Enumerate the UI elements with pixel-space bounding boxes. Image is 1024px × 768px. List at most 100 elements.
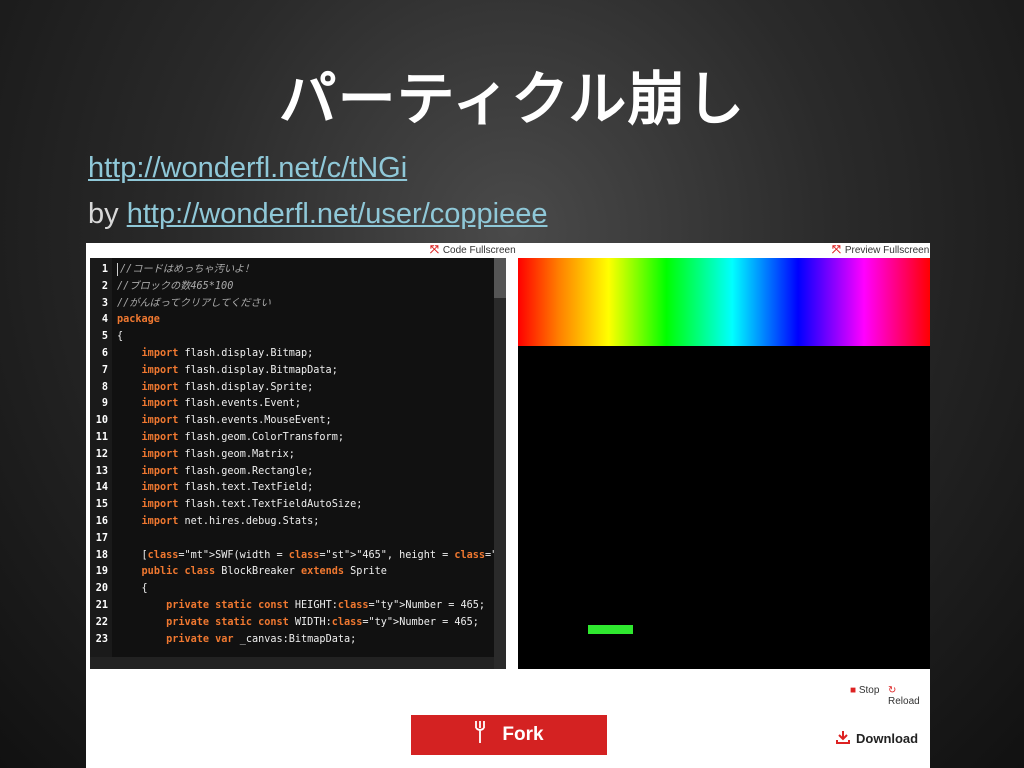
- line-number: 20: [95, 583, 108, 595]
- horizontal-scrollbar[interactable]: [90, 657, 494, 669]
- line-number: 18: [95, 549, 108, 561]
- line-number: 11: [95, 432, 108, 443]
- scrollbar-thumb[interactable]: [494, 258, 506, 298]
- code-text: import flash.display.BitmapData;: [141, 364, 338, 376]
- preview-fullscreen-button[interactable]: ⤧ Preview Fullscreen: [832, 244, 929, 257]
- line-number: 2: [101, 280, 108, 292]
- code-link[interactable]: http://wonderfl.net/c/tNGi: [88, 152, 407, 184]
- code-editor[interactable]: 1 //コードはめっちゃ汚いよ！ 2 //ブロックの数465*100 3 //がんばってク…: [90, 258, 506, 669]
- download-icon: [836, 730, 850, 747]
- code-line: 17: [90, 530, 117, 547]
- line-number: 4: [101, 314, 108, 326]
- code-text: //コードはめっちゃ汚いよ！: [117, 262, 254, 276]
- line-number: 6: [101, 348, 108, 359]
- code-line: 5{: [90, 328, 123, 345]
- line-number: 21: [95, 600, 108, 611]
- code-text: private static const HEIGHT:class="ty">N…: [166, 600, 486, 611]
- slide-title: パーティクル崩し: [278, 65, 746, 133]
- code-line: 11 import flash.geom.ColorTransform;: [90, 429, 344, 446]
- download-button[interactable]: Download: [836, 730, 918, 747]
- code-line: 20 {: [90, 580, 148, 597]
- code-line: 16 import net.hires.debug.Stats;: [90, 513, 320, 530]
- code-line: 21 private static const HEIGHT:class="ty…: [90, 597, 485, 614]
- line-number: 13: [95, 465, 108, 477]
- line-number: 14: [95, 482, 108, 494]
- code-line: 7 import flash.display.BitmapData;: [90, 362, 338, 379]
- code-text: public class BlockBreaker extends Sprite: [141, 566, 387, 578]
- line-number: 1: [101, 264, 108, 275]
- fork-icon: [474, 721, 486, 749]
- code-text: import flash.text.TextFieldAutoSize;: [141, 499, 363, 511]
- code-text: private var _canvas:BitmapData;: [166, 633, 357, 645]
- line-number: 5: [101, 331, 108, 343]
- code-line: 6 import flash.display.Bitmap;: [90, 345, 313, 362]
- expand-icon: ⤧: [832, 244, 841, 256]
- code-text: package: [117, 314, 160, 326]
- code-text: import flash.geom.Rectangle;: [141, 465, 314, 477]
- preview-fullscreen-label: Preview Fullscreen: [844, 245, 930, 256]
- code-text: private static const WIDTH:class="ty">Nu…: [166, 616, 479, 628]
- text-cursor: [117, 262, 118, 276]
- reload-label: Reload: [888, 696, 920, 707]
- code-text: {: [117, 583, 148, 595]
- code-line: 14 import flash.text.TextField;: [90, 479, 314, 496]
- code-text: import flash.events.MouseEvent;: [141, 415, 332, 427]
- line-number: 15: [95, 499, 108, 511]
- line-number: 17: [95, 532, 108, 544]
- code-line: 23 private var _canvas:BitmapData;: [90, 631, 357, 648]
- code-text: import net.hires.debug.Stats;: [141, 516, 320, 527]
- code-text: import flash.geom.Matrix;: [141, 448, 295, 460]
- expand-icon: ⤧: [430, 244, 439, 256]
- line-number: 12: [95, 448, 108, 460]
- line-number: 19: [95, 566, 108, 578]
- code-text: import flash.geom.ColorTransform;: [141, 432, 344, 443]
- code-text: import flash.events.Event;: [141, 398, 302, 410]
- stop-button[interactable]: ■ Stop: [850, 685, 879, 696]
- code-line: 2 //ブロックの数465*100: [90, 278, 233, 295]
- reload-button[interactable]: ↻ Reload: [888, 685, 930, 707]
- line-number: 23: [95, 633, 108, 645]
- code-line: 10 import flash.events.MouseEvent;: [90, 412, 332, 429]
- wonderfl-embed: ⤧ Code Fullscreen ⤧ Preview Fullscreen 1…: [86, 243, 930, 768]
- code-text: import flash.display.Bitmap;: [141, 348, 314, 359]
- by-label: by: [88, 198, 119, 230]
- code-line: 1 //コードはめっちゃ汚いよ！: [90, 261, 254, 278]
- reload-icon: ↻: [888, 685, 897, 696]
- download-label: Download: [856, 731, 919, 746]
- link-line-author: by http://wonderfl.net/user/coppieee: [88, 198, 547, 231]
- fork-button[interactable]: Fork: [411, 715, 607, 755]
- line-number: 9: [101, 398, 108, 410]
- code-line: 3 //がんばってクリアしてください: [90, 295, 271, 312]
- paddle[interactable]: [588, 625, 633, 634]
- stop-icon: ■: [850, 685, 857, 696]
- code-text: {: [117, 331, 124, 343]
- code-line: 8 import flash.display.Sprite;: [90, 379, 313, 396]
- code-line: 4 package: [90, 311, 160, 328]
- line-number: 22: [95, 616, 108, 628]
- line-number: 7: [101, 364, 108, 376]
- link-line-main: http://wonderfl.net/c/tNGi: [88, 152, 407, 185]
- code-line: 12 import flash.geom.Matrix;: [90, 446, 295, 463]
- code-text: [class="mt">SWF(width = class="st">"465"…: [117, 549, 506, 561]
- code-line: 22 private static const WIDTH:class="ty"…: [90, 614, 479, 631]
- code-fullscreen-button[interactable]: ⤧ Code Fullscreen: [430, 244, 516, 257]
- user-link[interactable]: http://wonderfl.net/user/coppieee: [127, 198, 548, 230]
- code-fullscreen-label: Code Fullscreen: [442, 245, 516, 256]
- swf-preview[interactable]: [518, 258, 930, 669]
- vertical-scrollbar[interactable]: [494, 258, 506, 669]
- line-number: 16: [95, 516, 108, 527]
- code-text: import flash.text.TextField;: [141, 482, 314, 494]
- line-number: 3: [101, 297, 108, 309]
- code-line: 9 import flash.events.Event;: [90, 395, 301, 412]
- line-number: 8: [101, 381, 108, 393]
- code-text: //ブロックの数465*100: [117, 280, 234, 292]
- code-line: 13 import flash.geom.Rectangle;: [90, 463, 314, 480]
- stop-label: Stop: [858, 685, 880, 696]
- code-line: 15 import flash.text.TextFieldAutoSize;: [90, 496, 363, 513]
- particle-blocks: [518, 258, 930, 346]
- code-text: import flash.display.Sprite;: [141, 381, 314, 393]
- code-line: 18 [class="mt">SWF(width = class="st">"4…: [90, 547, 506, 564]
- line-number: 10: [95, 415, 108, 427]
- code-line: 19 public class BlockBreaker extends Spr…: [90, 563, 387, 580]
- fork-label: Fork: [502, 724, 544, 745]
